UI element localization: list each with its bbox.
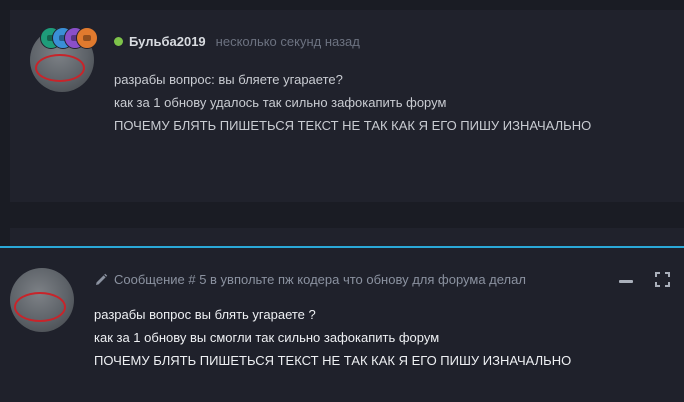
- post-timestamp[interactable]: несколько секунд назад: [216, 34, 360, 49]
- editor-line[interactable]: ПОЧЕМУ БЛЯТЬ ПИШЕТЬСЯ ТЕКСТ НЕ ТАК КАК Я…: [94, 349, 571, 372]
- reply-editor: Сообщение # 5 в увпольте пж кодера что о…: [0, 246, 684, 402]
- forum-post: Бульба2019 несколько секунд назад разраб…: [10, 10, 684, 202]
- post-line: ПОЧЕМУ БЛЯТЬ ПИШЕТЬСЯ ТЕКСТ НЕ ТАК КАК Я…: [114, 118, 592, 133]
- avatar-red-circle-mark: [14, 292, 66, 322]
- pencil-icon: [96, 273, 108, 285]
- post-line: как за 1 обнову удалось так сильно зафок…: [114, 95, 447, 110]
- online-status-icon: [114, 36, 123, 46]
- avatar: [10, 268, 74, 332]
- post-body: разрабы вопрос: вы бляете угараете? как …: [114, 68, 591, 137]
- maximize-icon[interactable]: [655, 272, 670, 287]
- editor-line[interactable]: как за 1 обнову вы смогли так сильно заф…: [94, 326, 571, 349]
- editor-content[interactable]: разрабы вопрос вы блять угараете ? как з…: [94, 303, 571, 372]
- user-badges: [40, 27, 110, 51]
- post-line: разрабы вопрос: вы бляете угараете?: [114, 72, 343, 87]
- badge-icon[interactable]: [76, 27, 98, 49]
- editor-title-text: Сообщение # 5 в увпольте пж кодера что о…: [114, 272, 526, 287]
- editor-line[interactable]: разрабы вопрос вы блять угараете ?: [94, 303, 571, 326]
- author-name[interactable]: Бульба2019: [129, 34, 206, 49]
- editor-controls: [619, 272, 670, 287]
- post-header: Бульба2019 несколько секунд назад: [114, 32, 360, 50]
- avatar-red-circle-mark: [35, 54, 85, 82]
- minimize-icon[interactable]: [619, 273, 633, 287]
- forum-page: Бульба2019 несколько секунд назад разраб…: [0, 0, 684, 402]
- next-post-strip: [10, 228, 684, 246]
- editor-title: Сообщение # 5 в увпольте пж кодера что о…: [94, 272, 526, 287]
